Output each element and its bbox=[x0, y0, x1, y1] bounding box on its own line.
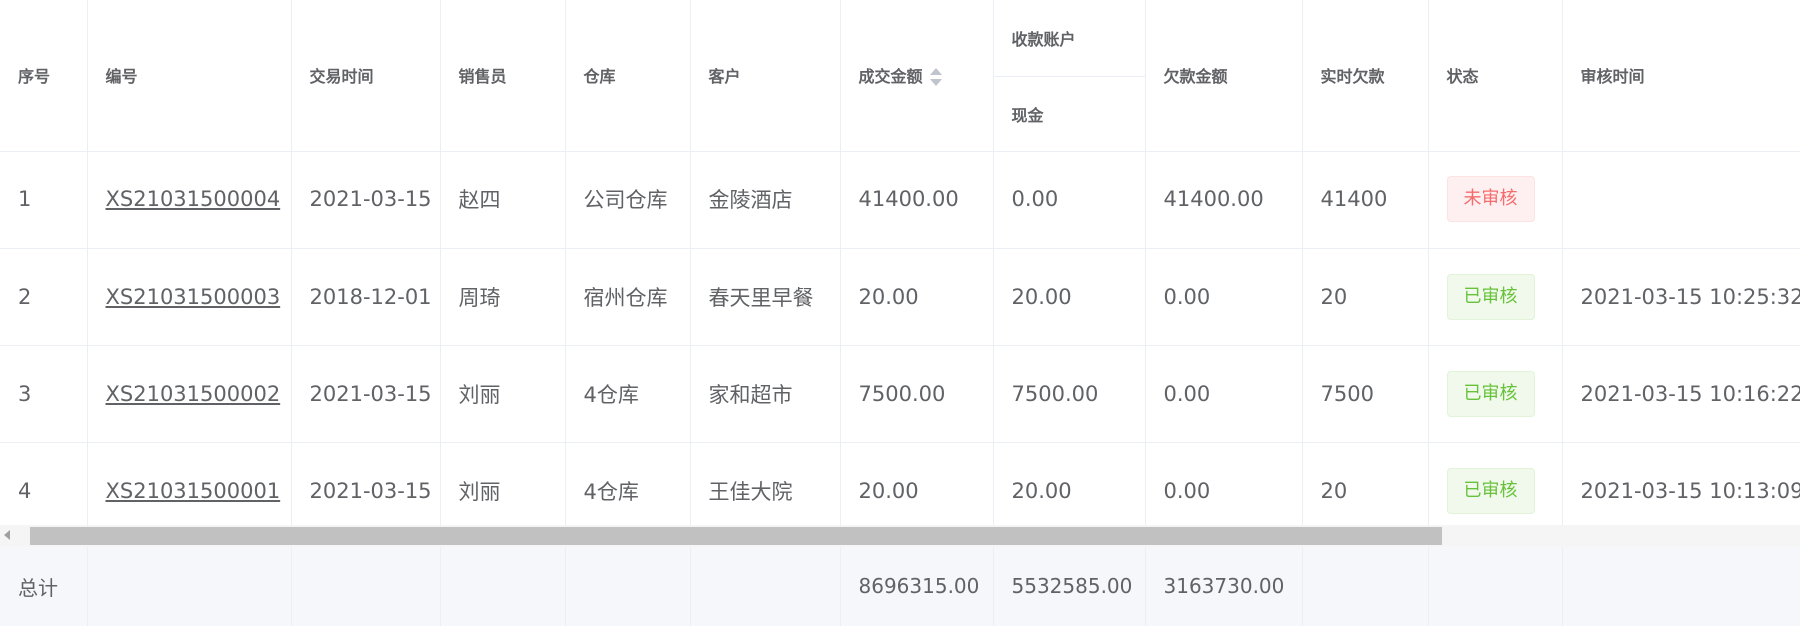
cell-audit-time: 2021-03-15 10:25:32 bbox=[1562, 248, 1800, 346]
sort-caret-icon[interactable] bbox=[929, 66, 943, 88]
summary-debt-amount: 3163730.00 bbox=[1145, 547, 1303, 626]
col-header-trade-time: 交易时间 bbox=[291, 0, 441, 152]
cell-cash: 7500.00 bbox=[993, 345, 1146, 443]
cell-status: 已审核 bbox=[1428, 248, 1563, 346]
cell-audit-time bbox=[1562, 151, 1800, 249]
summary-empty bbox=[440, 547, 566, 626]
summary-empty bbox=[1562, 547, 1800, 626]
cell-realtime-debt: 7500 bbox=[1302, 345, 1429, 443]
col-header-salesperson: 销售员 bbox=[440, 0, 566, 152]
status-badge: 未审核 bbox=[1446, 176, 1535, 223]
col-header-customer: 客户 bbox=[690, 0, 841, 152]
table-row[interactable]: 3 XS21031500002 2021-03-15 刘丽 4仓库 家和超市 7… bbox=[0, 345, 1800, 443]
summary-row: 总计 8696315.00 5532585.00 3163730.00 bbox=[0, 547, 1800, 626]
summary-empty bbox=[87, 547, 292, 626]
table-footer: 总计 8696315.00 5532585.00 3163730.00 bbox=[0, 547, 1800, 626]
summary-cash: 5532585.00 bbox=[993, 547, 1146, 626]
cell-salesperson: 赵四 bbox=[440, 151, 566, 249]
cell-audit-time: 2021-03-15 10:16:22 bbox=[1562, 345, 1800, 443]
sort-ascending-icon[interactable] bbox=[929, 68, 942, 75]
summary-empty bbox=[291, 547, 441, 626]
col-header-audit-time: 审核时间 bbox=[1562, 0, 1800, 152]
cell-debt-amount: 0.00 bbox=[1145, 248, 1303, 346]
cell-code[interactable]: XS21031500002 bbox=[87, 345, 292, 443]
col-header-realtime-debt: 实时欠款 bbox=[1302, 0, 1429, 152]
summary-empty bbox=[690, 547, 841, 626]
cell-warehouse: 公司仓库 bbox=[565, 151, 691, 249]
sort-descending-icon[interactable] bbox=[929, 79, 942, 86]
col-header-warehouse: 仓库 bbox=[565, 0, 691, 152]
cell-trade-time: 2021-03-15 bbox=[291, 151, 441, 249]
cell-index: 3 bbox=[0, 345, 88, 443]
cell-warehouse: 宿州仓库 bbox=[565, 248, 691, 346]
col-header-code: 编号 bbox=[87, 0, 292, 152]
summary-deal-amount: 8696315.00 bbox=[840, 547, 994, 626]
sales-table: 序号 编号 交易时间 销售员 仓库 客户 成交金额 收款账户 欠款金额 实时欠款… bbox=[0, 0, 1800, 626]
table-row[interactable]: 2 XS21031500003 2018-12-01 周琦 宿州仓库 春天里早餐… bbox=[0, 248, 1800, 346]
col-header-deal-amount-label: 成交金额 bbox=[858, 66, 923, 86]
summary-empty bbox=[1302, 547, 1429, 626]
status-badge: 已审核 bbox=[1446, 370, 1535, 417]
cell-index: 1 bbox=[0, 151, 88, 249]
cell-customer: 春天里早餐 bbox=[690, 248, 841, 346]
col-header-debt-amount: 欠款金额 bbox=[1145, 0, 1303, 152]
table-header: 序号 编号 交易时间 销售员 仓库 客户 成交金额 收款账户 欠款金额 实时欠款… bbox=[0, 0, 1800, 152]
cell-debt-amount: 0.00 bbox=[1145, 345, 1303, 443]
scroll-left-arrow-icon[interactable] bbox=[4, 530, 10, 540]
cell-status: 已审核 bbox=[1428, 345, 1563, 443]
table-body: 1 XS21031500004 2021-03-15 赵四 公司仓库 金陵酒店 … bbox=[0, 151, 1800, 540]
cell-code[interactable]: XS21031500003 bbox=[87, 248, 292, 346]
summary-label: 总计 bbox=[0, 547, 88, 626]
cell-salesperson: 周琦 bbox=[440, 248, 566, 346]
cell-trade-time: 2021-03-15 bbox=[291, 345, 441, 443]
cell-customer: 金陵酒店 bbox=[690, 151, 841, 249]
summary-empty bbox=[1428, 547, 1563, 626]
table-row[interactable]: 1 XS21031500004 2021-03-15 赵四 公司仓库 金陵酒店 … bbox=[0, 151, 1800, 249]
status-badge: 已审核 bbox=[1446, 467, 1535, 514]
cell-cash: 20.00 bbox=[993, 248, 1146, 346]
col-header-receipt-account: 收款账户 bbox=[993, 0, 1146, 77]
cell-realtime-debt: 41400 bbox=[1302, 151, 1429, 249]
order-code-link[interactable]: XS21031500001 bbox=[106, 479, 281, 503]
cell-debt-amount: 41400.00 bbox=[1145, 151, 1303, 249]
summary-empty bbox=[565, 547, 691, 626]
cell-deal-amount: 41400.00 bbox=[840, 151, 994, 249]
cell-cash: 0.00 bbox=[993, 151, 1146, 249]
status-badge: 已审核 bbox=[1446, 273, 1535, 320]
cell-status: 未审核 bbox=[1428, 151, 1563, 249]
col-header-deal-amount[interactable]: 成交金额 bbox=[840, 0, 994, 152]
cell-trade-time: 2018-12-01 bbox=[291, 248, 441, 346]
cell-deal-amount: 20.00 bbox=[840, 248, 994, 346]
order-code-link[interactable]: XS21031500003 bbox=[106, 285, 281, 309]
cell-deal-amount: 7500.00 bbox=[840, 345, 994, 443]
col-header-index: 序号 bbox=[0, 0, 88, 152]
col-header-cash: 现金 bbox=[993, 76, 1146, 152]
cell-code[interactable]: XS21031500004 bbox=[87, 151, 292, 249]
cell-customer: 家和超市 bbox=[690, 345, 841, 443]
cell-warehouse: 4仓库 bbox=[565, 345, 691, 443]
horizontal-scrollbar[interactable] bbox=[0, 525, 1800, 547]
order-code-link[interactable]: XS21031500004 bbox=[106, 187, 281, 211]
col-header-status: 状态 bbox=[1428, 0, 1563, 152]
scrollbar-thumb[interactable] bbox=[30, 527, 1442, 545]
cell-index: 2 bbox=[0, 248, 88, 346]
cell-realtime-debt: 20 bbox=[1302, 248, 1429, 346]
cell-salesperson: 刘丽 bbox=[440, 345, 566, 443]
order-code-link[interactable]: XS21031500002 bbox=[106, 382, 281, 406]
